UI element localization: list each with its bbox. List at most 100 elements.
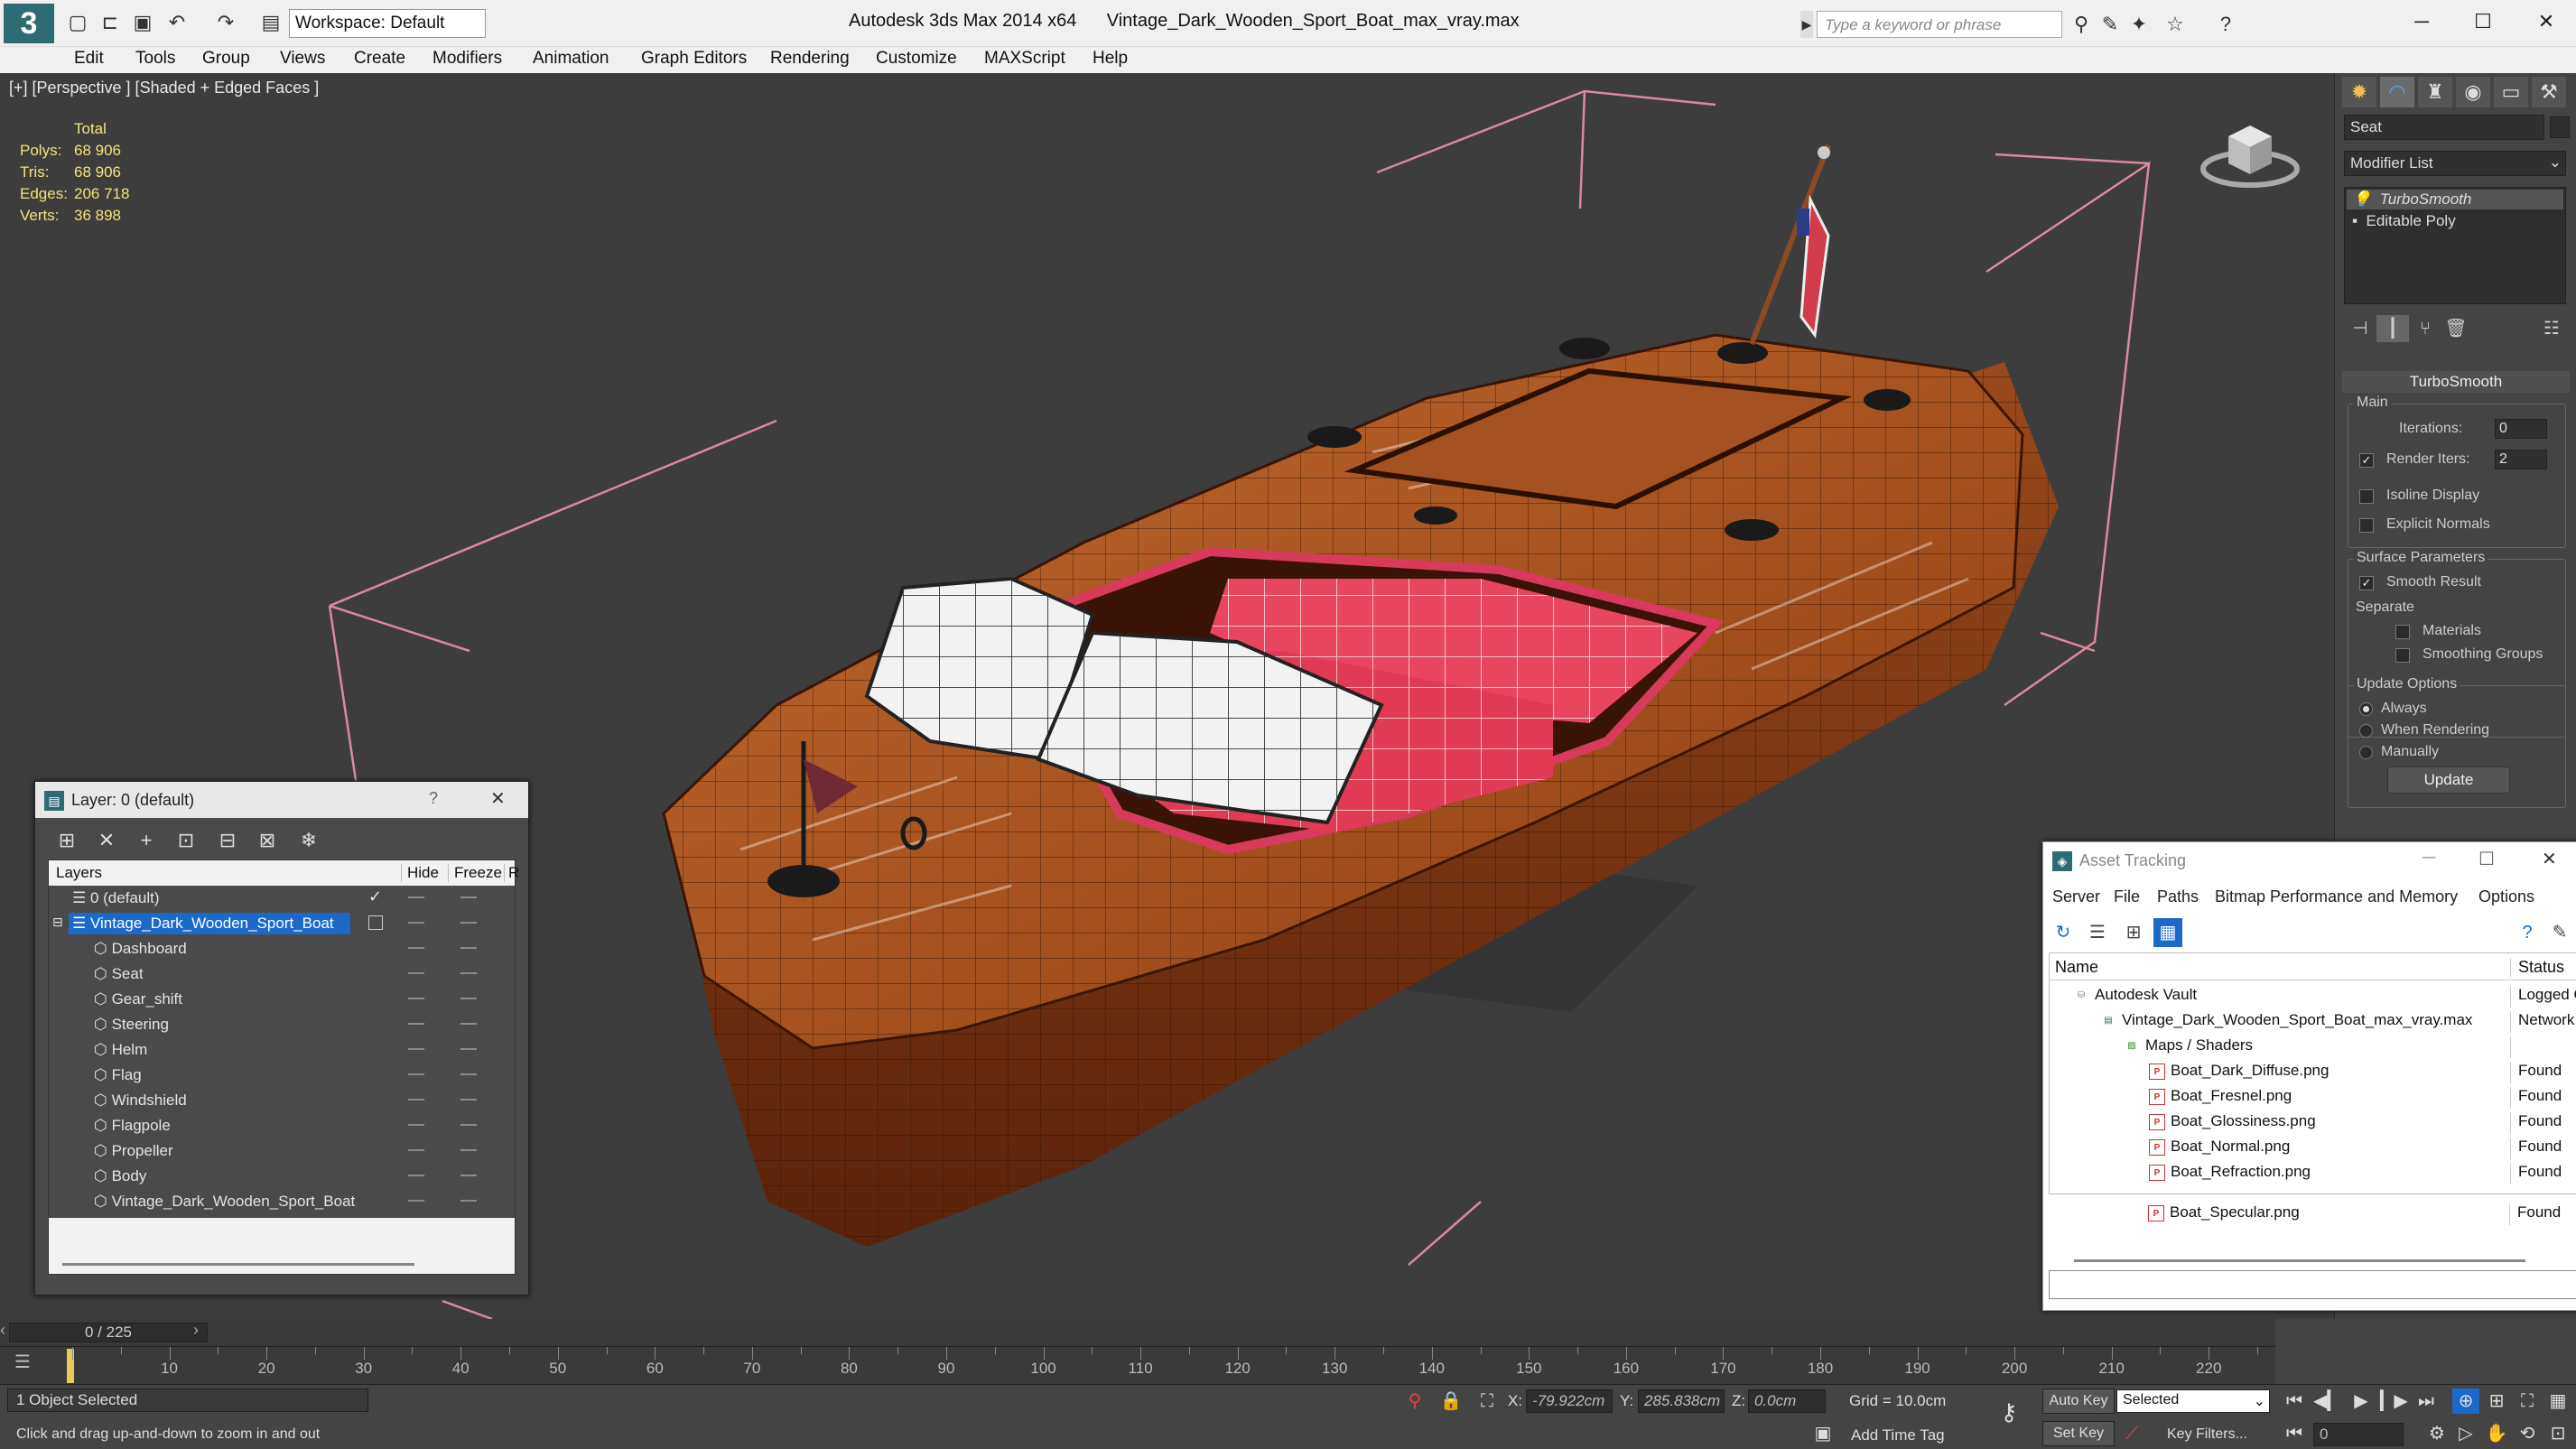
asset-row[interactable]: ⛁Autodesk VaultLogged Ou [2050, 982, 2576, 1008]
minimize-button[interactable]: ─ [2395, 5, 2449, 38]
menu-maxscript[interactable]: MAXScript [984, 49, 1065, 69]
create-tab-icon[interactable]: ✹ [2342, 77, 2376, 107]
asset-row[interactable]: P Boat_Fresnel.png Found [2050, 1083, 2576, 1109]
layer-help-button[interactable]: ? [429, 789, 438, 808]
zoom-all-icon[interactable]: ⊞ [2483, 1389, 2510, 1414]
redo-icon[interactable]: ↷ [211, 9, 240, 36]
asset-row[interactable]: P Boat_Refraction.png Found [2050, 1159, 2576, 1184]
help-icon[interactable]: ? [2212, 11, 2239, 38]
display-tab-icon[interactable]: ▭ [2494, 77, 2528, 107]
current-frame-field[interactable]: 0 [2313, 1423, 2404, 1446]
time-config-icon[interactable]: ⚙ [2423, 1421, 2450, 1446]
stack-item-turbosmooth[interactable]: 💡 TurboSmooth [2352, 190, 2471, 209]
materials-checkbox[interactable] [2395, 625, 2410, 639]
orbit-icon[interactable]: ⟲ [2514, 1421, 2541, 1446]
menu-views[interactable]: Views [280, 49, 325, 69]
asset-menu-options[interactable]: Options [2478, 887, 2534, 906]
x-coordinate-field[interactable]: -79.922cm [1526, 1389, 1613, 1413]
highlight-layer-icon[interactable]: ⊟ [212, 825, 243, 856]
open-file-icon[interactable]: ⊏ [96, 9, 125, 36]
search-input[interactable]: Type a keyword or phrase [1817, 11, 2062, 38]
field-of-view-icon[interactable]: ▷ [2452, 1421, 2479, 1446]
asset-maximize-button[interactable]: ☐ [2478, 848, 2495, 870]
layer-object-row[interactable]: ⬡ Gear_shift [49, 987, 515, 1012]
asset-row[interactable]: ▤ Vintage_Dark_Wooden_Sport_Boat_max_vray… [2050, 1008, 2576, 1033]
menu-customize[interactable]: Customize [876, 49, 957, 69]
layer-object-row[interactable]: ⬡ Helm [49, 1037, 515, 1063]
layer-row-boat[interactable]: ⊟ ☰ Vintage_Dark_Wooden_Sport_Boat [49, 911, 515, 936]
layer-object-row[interactable]: ⬡ Steering [49, 1012, 515, 1037]
maximize-button[interactable]: ☐ [2456, 5, 2510, 38]
layer-object-row[interactable]: ⬡ Seat [49, 961, 515, 987]
asset-close-button[interactable]: ✕ [2542, 848, 2557, 870]
viewcube-icon[interactable] [2194, 109, 2302, 200]
menu-tools[interactable]: Tools [135, 49, 175, 69]
set-key-button[interactable]: Set Key [2042, 1421, 2115, 1446]
add-to-layer-icon[interactable]: + [131, 825, 162, 856]
key-mode-toggle-icon[interactable]: ⏮ [2281, 1421, 2308, 1446]
add-time-tag[interactable]: Add Time Tag [1851, 1426, 1945, 1444]
prev-frame-icon[interactable]: ‹ [0, 1321, 5, 1340]
always-radio[interactable] [2359, 702, 2373, 716]
layer-object-row[interactable]: ⬡ Body [49, 1164, 515, 1189]
zoom-extents-icon[interactable]: ⛶ [2514, 1389, 2541, 1414]
auto-key-button[interactable]: Auto Key [2042, 1389, 2115, 1414]
smoothing-groups-checkbox[interactable] [2395, 648, 2410, 663]
configure-sets-icon[interactable]: ☷ [2535, 315, 2568, 342]
key-mode-icon[interactable]: ⟋ [2118, 1421, 2145, 1446]
asset-horizontal-scrollbar[interactable] [2074, 1259, 2525, 1262]
layer-horizontal-scrollbar[interactable] [62, 1263, 414, 1266]
layer-window-titlebar[interactable]: Layer: 0 (default) [35, 782, 528, 818]
object-color-swatch[interactable] [2550, 116, 2570, 138]
asset-row[interactable]: ▨ Maps / Shaders [2050, 1033, 2576, 1058]
next-frame-icon[interactable]: › [193, 1321, 199, 1340]
selection-set-dropdown[interactable]: Selected ⌄ [2116, 1389, 2270, 1413]
pin-stack-icon[interactable]: ⊣ [2344, 315, 2376, 342]
manually-radio[interactable] [2359, 746, 2373, 759]
asset-path-field[interactable] [2049, 1270, 2576, 1299]
new-file-icon[interactable]: ▢ [63, 9, 92, 36]
asset-menu-bitmap[interactable]: Bitmap Performance and Memory [2215, 887, 2458, 906]
pan-icon[interactable]: ✋ [2483, 1421, 2510, 1446]
hide-all-icon[interactable]: ⊠ [252, 825, 283, 856]
asset-settings-icon[interactable]: ✎ [2545, 918, 2574, 947]
menu-modifiers[interactable]: Modifiers [432, 49, 502, 69]
go-to-end-icon[interactable]: ⏭ [2413, 1389, 2440, 1414]
hide-column[interactable]: Hide [401, 864, 439, 882]
selection-lock-icon[interactable]: 🔒 [1437, 1389, 1465, 1414]
layer-object-row[interactable]: ⬡ Vintage_Dark_Wooden_Sport_Boat [49, 1189, 515, 1214]
remove-modifier-icon[interactable]: 🗑 [2440, 315, 2472, 342]
project-folder-icon[interactable]: ▤ [256, 9, 285, 36]
isolate-selection-icon[interactable]: ⚲ [1401, 1389, 1428, 1414]
utilities-tab-icon[interactable]: ⚒ [2532, 77, 2566, 107]
asset-minimize-button[interactable]: ─ [2423, 848, 2435, 868]
time-slider[interactable]: ‹ 0 / 225 › [0, 1319, 2275, 1346]
table-view-icon[interactable]: ▦ [2153, 918, 2182, 947]
asset-row[interactable]: P Boat_Dark_Diffuse.png Found [2050, 1058, 2576, 1083]
viewport-label[interactable]: [+] [Perspective ] [Shaded + Edged Faces… [9, 79, 319, 98]
render-iters-checkbox[interactable]: ✓ [2359, 453, 2374, 468]
when-rendering-radio[interactable] [2359, 724, 2373, 738]
asset-menu-server[interactable]: Server [2052, 887, 2100, 906]
save-icon[interactable]: ▣ [128, 9, 157, 36]
binoculars-icon[interactable]: ⚲ [2068, 11, 2095, 38]
make-unique-icon[interactable]: ⑂ [2409, 315, 2441, 342]
isoline-display-checkbox[interactable] [2359, 489, 2374, 504]
menu-help[interactable]: Help [1093, 49, 1128, 69]
hierarchy-tab-icon[interactable]: ♜ [2418, 77, 2452, 107]
menu-animation[interactable]: Animation [533, 49, 609, 69]
zoom-icon[interactable]: ⊕ [2452, 1389, 2479, 1414]
smooth-result-checkbox[interactable]: ✓ [2359, 576, 2374, 590]
render-iters-spinner[interactable]: 2 [2495, 450, 2547, 469]
asset-menu-paths[interactable]: Paths [2157, 887, 2199, 906]
menu-create[interactable]: Create [354, 49, 405, 69]
asset-row[interactable]: P Boat_Specular.png Found [2049, 1203, 2576, 1231]
subscription-icon[interactable]: ✎ [2097, 11, 2124, 38]
menu-graph-editors[interactable]: Graph Editors [641, 49, 747, 69]
menu-rendering[interactable]: Rendering [770, 49, 850, 69]
search-expand-icon[interactable]: ▶ [1800, 11, 1813, 38]
layer-object-row[interactable]: ⬡ Flagpole [49, 1113, 515, 1138]
create-layer-icon[interactable]: ⊞ [51, 825, 82, 856]
modifier-list-dropdown[interactable]: Modifier List ⌄ [2344, 151, 2566, 176]
track-bar[interactable]: ☰ 10 20 30 40 50 60 70 80 90 100 110 120 130 140 150 16… [0, 1346, 2275, 1384]
